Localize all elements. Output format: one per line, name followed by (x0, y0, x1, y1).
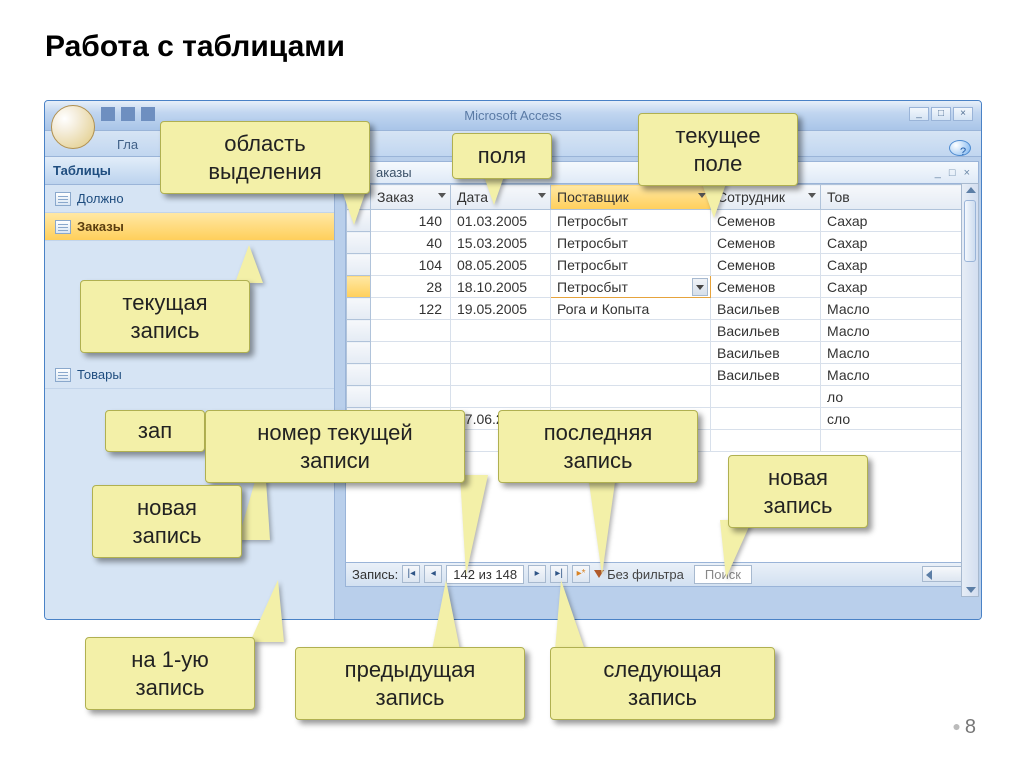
office-button[interactable] (51, 105, 95, 149)
nav-item-label: Должно (77, 191, 124, 206)
scroll-down-icon[interactable] (966, 587, 976, 593)
column-headers: Заказ Дата Поставщик Сотрудник Тов (347, 185, 978, 210)
combo-dropdown-icon[interactable] (692, 278, 708, 296)
table-row: ВасильевМасло (347, 364, 978, 386)
slide-title: Работа с таблицами (45, 30, 345, 64)
datasheet: Заказ Дата Поставщик Сотрудник Тов 14001… (345, 183, 979, 587)
qat-save-icon[interactable] (101, 107, 115, 121)
callout-first-record: на 1-уюзапись (85, 637, 255, 710)
table-row: 10408.05.2005ПетросбытСеменовСахар (347, 254, 978, 276)
nav-item-label: Товары (77, 367, 122, 382)
minimize-button[interactable]: _ (909, 107, 929, 121)
row-selector-current[interactable] (347, 276, 371, 298)
nav-item-selected[interactable]: Заказы (45, 213, 334, 241)
first-record-button[interactable]: |◂ (402, 565, 420, 583)
doc-min-icon[interactable]: _ (935, 167, 941, 179)
close-button[interactable]: × (953, 107, 973, 121)
callout-prev-record: предыдущаязапись (295, 647, 525, 720)
callout-current-field: текущееполе (638, 113, 798, 186)
table-row-current: 2818.10.2005ПетросбытСеменовСахар (347, 276, 978, 298)
table-row: 14001.03.2005ПетросбытСеменовСахар (347, 210, 978, 232)
callout-current-record: текущаязапись (80, 280, 250, 353)
callout-zap: зап (105, 410, 205, 452)
app-title: Microsoft Access (464, 108, 562, 123)
qat-redo-icon[interactable] (141, 107, 155, 121)
callout-last-record: последняязапись (498, 410, 698, 483)
table-row: 12219.05.2005Рога и КопытаВасильевМасло (347, 298, 978, 320)
callout-next-record: следующаязапись (550, 647, 775, 720)
vertical-scrollbar[interactable] (961, 183, 979, 597)
callout-current-rec-num: номер текущейзаписи (205, 410, 465, 483)
qat-undo-icon[interactable] (121, 107, 135, 121)
table-icon (55, 192, 71, 206)
scroll-up-icon[interactable] (966, 187, 976, 193)
doc-tab-label: аказы (376, 165, 412, 180)
ribbon-tab[interactable]: Гла (107, 133, 148, 156)
table-row: ВасильевМасло (347, 342, 978, 364)
table-row: ло (347, 386, 978, 408)
table-icon (55, 368, 71, 382)
quick-access-toolbar[interactable] (101, 107, 155, 121)
doc-close-icon[interactable]: × (964, 167, 970, 179)
mdi-area: аказы _ □ × Заказ Дата Поставщик С (335, 157, 981, 619)
help-icon[interactable]: ? (949, 140, 971, 156)
col-header[interactable]: Тов (821, 185, 978, 210)
dropdown-icon[interactable] (538, 193, 546, 198)
doc-restore-icon[interactable]: □ (949, 167, 956, 179)
record-label: Запись: (352, 567, 398, 582)
nav-item-label: Заказы (77, 219, 124, 234)
editing-cell[interactable]: Петросбыт (551, 276, 711, 298)
dropdown-icon[interactable] (808, 193, 816, 198)
callout-new-record-left: новаязапись (92, 485, 242, 558)
maximize-button[interactable]: □ (931, 107, 951, 121)
col-header-current[interactable]: Поставщик (551, 185, 711, 210)
table-row: 4015.03.2005ПетросбытСеменовСахар (347, 232, 978, 254)
callout-new-record-right: новаязапись (728, 455, 868, 528)
callout-fields: поля (452, 133, 552, 179)
next-record-button[interactable]: ▸ (528, 565, 546, 583)
nav-item[interactable]: Товары (45, 361, 334, 389)
table-row: ВасильевМасло (347, 320, 978, 342)
datasheet-body[interactable]: 14001.03.2005ПетросбытСеменовСахар 4015.… (347, 210, 978, 562)
dropdown-icon[interactable] (438, 193, 446, 198)
callout-selection-area: областьвыделения (160, 121, 370, 194)
col-header[interactable]: Заказ (371, 185, 451, 210)
page-number: 8 (952, 716, 976, 739)
table-icon (55, 220, 71, 234)
